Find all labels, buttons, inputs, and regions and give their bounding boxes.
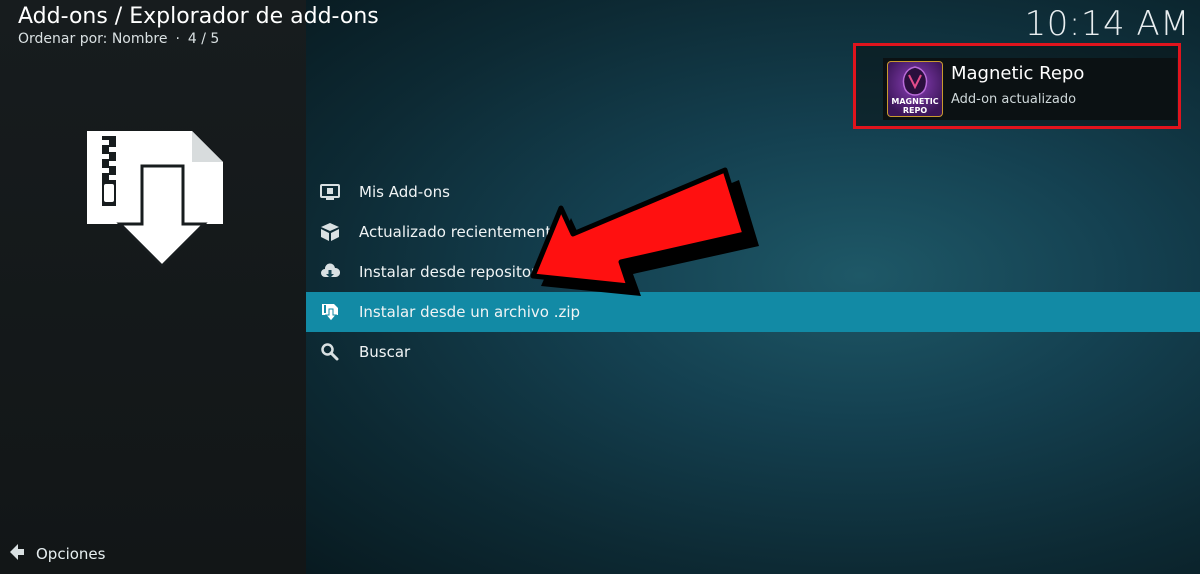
annotation-arrow <box>515 150 765 300</box>
search-icon <box>320 342 340 362</box>
thumbnail-text-repo: REPO <box>903 106 927 115</box>
options-label: Opciones <box>36 545 106 563</box>
clock: 10:14 AM <box>1024 4 1190 44</box>
zip-file-icon <box>320 302 340 322</box>
options-arrow-icon <box>8 542 26 566</box>
zip-install-icon <box>84 128 226 269</box>
monitor-icon <box>320 182 340 202</box>
separator: · <box>175 31 180 47</box>
menu-item-buscar[interactable]: Buscar <box>306 332 1200 372</box>
menu-item-label: Mis Add-ons <box>359 183 450 201</box>
menu-item-label: Buscar <box>359 343 411 361</box>
menu-item-label: Instalar desde un archivo .zip <box>359 303 581 321</box>
sort-label: Ordenar por: Nombre <box>18 31 168 47</box>
notification-subtitle: Add-on actualizado <box>951 92 1077 107</box>
notification-toast: MAGNETIC REPO Magnetic Repo Add-on actua… <box>853 43 1181 129</box>
sort-info: Ordenar por: Nombre · 4 / 5 <box>18 31 219 47</box>
options-button[interactable]: Opciones <box>8 543 105 565</box>
thumbnail-text-magnetic: MAGNETIC <box>891 97 938 106</box>
notification-body: MAGNETIC REPO Magnetic Repo Add-on actua… <box>883 58 1177 120</box>
box-icon <box>320 222 340 242</box>
magnetic-repo-thumbnail: MAGNETIC REPO <box>887 61 943 117</box>
notification-title: Magnetic Repo <box>951 63 1085 84</box>
cloud-download-icon <box>320 262 341 282</box>
item-position: 4 / 5 <box>187 31 220 47</box>
left-panel: Opciones <box>0 0 306 574</box>
breadcrumb: Add-ons / Explorador de add-ons <box>18 4 379 29</box>
